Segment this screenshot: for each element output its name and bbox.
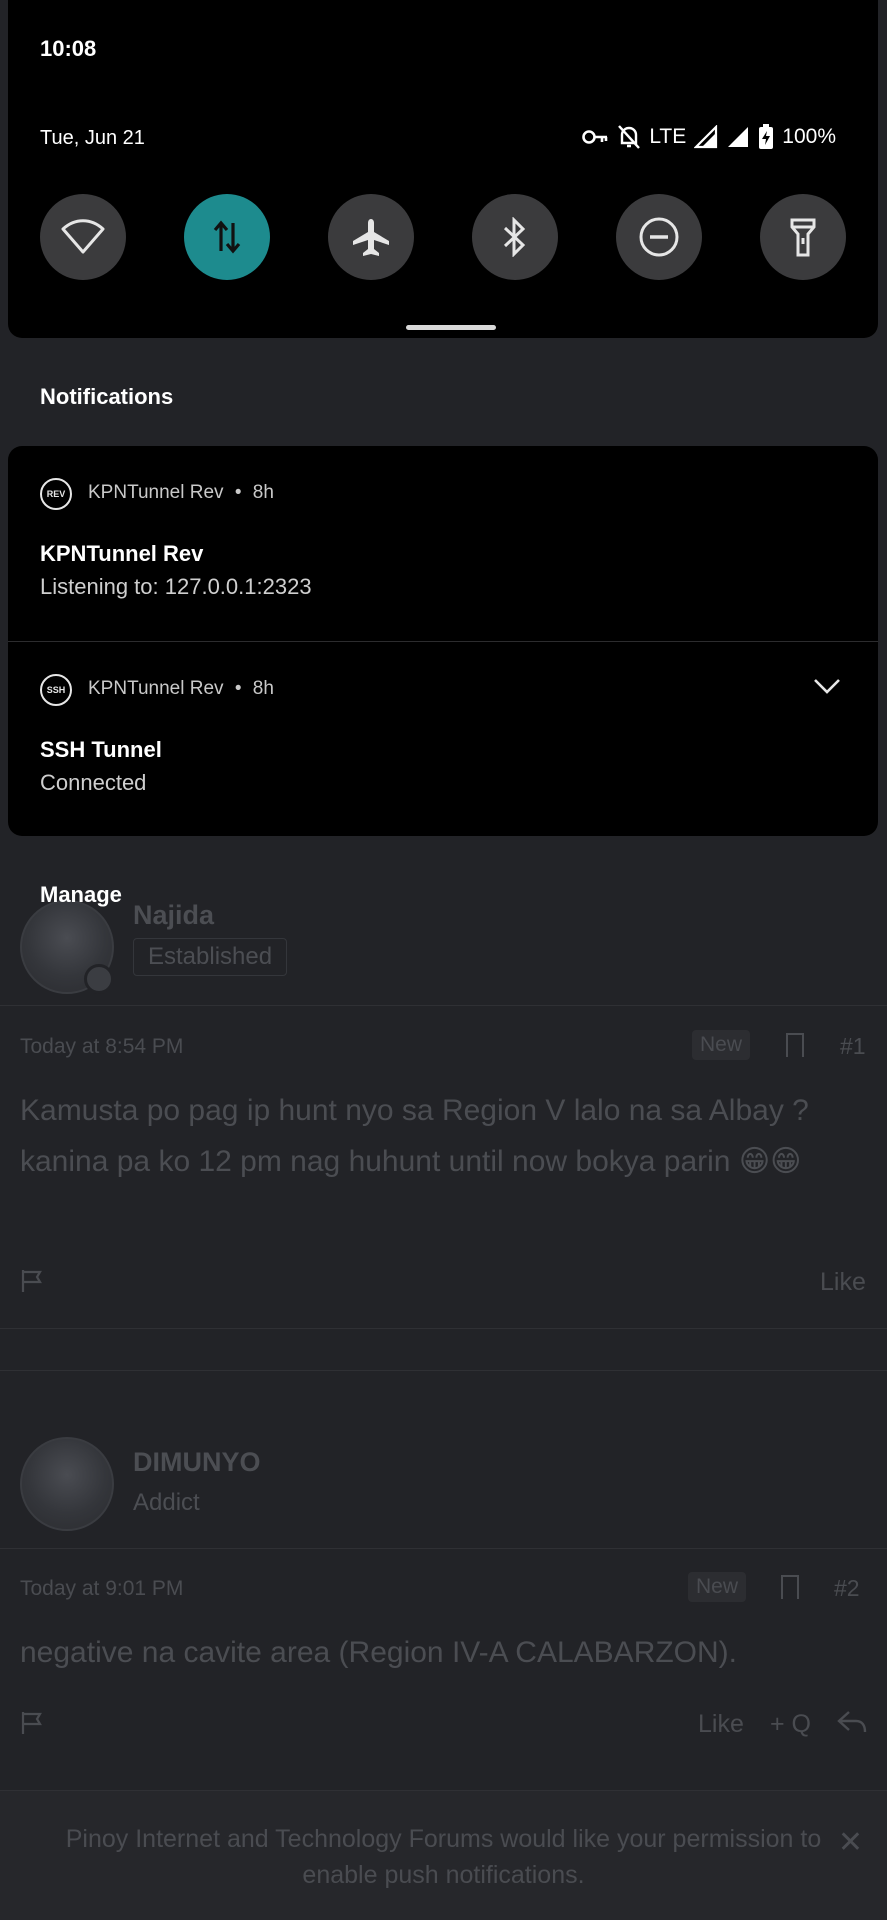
app-name: KPNTunnel Rev xyxy=(88,678,224,699)
status-icons: LTE 100% xyxy=(581,124,836,150)
report-flag-icon[interactable] xyxy=(20,1268,46,1294)
notification-age: 8h xyxy=(252,678,274,699)
drag-handle[interactable] xyxy=(406,325,496,330)
notification-text: Connected xyxy=(40,770,147,795)
tile-wifi[interactable] xyxy=(40,194,126,280)
notification-title: SSH Tunnel xyxy=(40,737,162,762)
signal-icon xyxy=(694,125,718,149)
post-username[interactable]: Najida xyxy=(133,900,214,931)
close-icon[interactable]: ✕ xyxy=(838,1825,863,1861)
divider xyxy=(0,1370,887,1371)
manage-button[interactable]: Manage xyxy=(40,882,122,908)
tile-flashlight[interactable] xyxy=(760,194,846,280)
notification-item[interactable]: REV KPNTunnel Rev • 8h KPNTunnel Rev Lis… xyxy=(8,446,878,641)
quote-button[interactable]: + Q xyxy=(770,1710,811,1739)
vpn-key-icon xyxy=(582,130,608,144)
airplane-icon xyxy=(353,219,389,256)
post-body: negative na cavite area (Region IV-A CAL… xyxy=(20,1636,738,1669)
post-time[interactable]: Today at 9:01 PM xyxy=(20,1577,183,1601)
battery-level: 100% xyxy=(782,125,836,148)
post-body: Kamusta po pag ip hunt nyo sa Region V l… xyxy=(20,1094,809,1178)
battery-charging-icon xyxy=(759,124,774,149)
user-badge-icon xyxy=(84,964,114,994)
notification-age: 8h xyxy=(252,482,274,503)
separator: • xyxy=(234,482,242,503)
quick-settings-tiles xyxy=(40,194,846,280)
notification-group[interactable]: REV KPNTunnel Rev • 8h KPNTunnel Rev Lis… xyxy=(8,446,878,836)
notification-text: Listening to: 127.0.0.1:2323 xyxy=(40,574,312,599)
post-number[interactable]: #2 xyxy=(834,1575,860,1602)
push-permission-bar: Pinoy Internet and Technology Forums wou… xyxy=(0,1790,887,1920)
chevron-down-icon[interactable] xyxy=(812,676,842,696)
divider xyxy=(0,1005,887,1006)
divider xyxy=(0,1548,887,1549)
post-username[interactable]: DIMUNYO xyxy=(133,1447,261,1478)
new-badge: New xyxy=(692,1030,751,1060)
separator: • xyxy=(234,678,242,699)
bookmark-icon[interactable] xyxy=(786,1033,804,1057)
bluetooth-icon xyxy=(503,217,526,257)
report-flag-icon[interactable] xyxy=(20,1710,46,1736)
tile-do-not-disturb[interactable] xyxy=(616,194,702,280)
network-type: LTE xyxy=(649,125,687,148)
push-permission-text: Pinoy Internet and Technology Forums wou… xyxy=(65,1825,822,1889)
signal-icon xyxy=(728,127,749,147)
avatar[interactable] xyxy=(20,900,114,994)
notification-item[interactable]: SSH KPNTunnel Rev • 8h SSH Tunnel Connec… xyxy=(8,641,878,836)
post-user-role: Established xyxy=(133,938,288,976)
bookmark-icon[interactable] xyxy=(781,1575,799,1599)
status-date[interactable]: Tue, Jun 21 xyxy=(40,127,145,150)
tile-airplane-mode[interactable] xyxy=(328,194,414,280)
notifications-header: Notifications xyxy=(40,384,174,409)
flashlight-icon xyxy=(790,218,816,257)
app-icon: REV xyxy=(40,478,72,510)
status-time: 10:08 xyxy=(40,36,97,61)
quick-settings-panel: 10:08 Tue, Jun 21 LTE 100% xyxy=(8,0,878,338)
new-badge: New xyxy=(688,1572,747,1602)
tile-mobile-data[interactable] xyxy=(184,194,270,280)
app-name: KPNTunnel Rev xyxy=(88,482,224,503)
divider xyxy=(0,1328,887,1329)
tile-bluetooth[interactable] xyxy=(472,194,558,280)
notification-title: KPNTunnel Rev xyxy=(40,541,204,566)
app-icon: SSH xyxy=(40,674,72,706)
reply-icon[interactable] xyxy=(836,1708,868,1736)
wifi-icon xyxy=(61,219,105,254)
do-not-disturb-icon xyxy=(639,217,679,257)
post-user-role: Addict xyxy=(133,1489,200,1516)
mobile-data-icon xyxy=(213,220,241,254)
bell-off-icon xyxy=(618,125,641,149)
post-number[interactable]: #1 xyxy=(840,1033,866,1060)
like-button[interactable]: Like xyxy=(698,1710,744,1739)
like-button[interactable]: Like xyxy=(820,1268,866,1297)
avatar[interactable] xyxy=(20,1437,114,1531)
notification-header: KPNTunnel Rev • 8h xyxy=(88,482,274,504)
post-time[interactable]: Today at 8:54 PM xyxy=(20,1035,183,1059)
notification-header: KPNTunnel Rev • 8h xyxy=(88,678,274,700)
